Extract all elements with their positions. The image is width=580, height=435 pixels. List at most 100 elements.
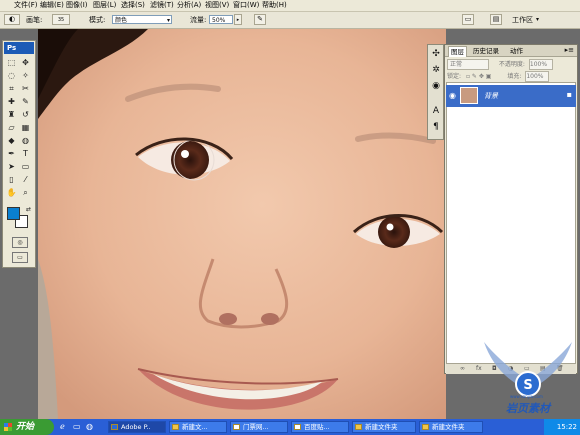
crop-icon[interactable]: ⌗ bbox=[6, 83, 17, 94]
flow-label: 流量: bbox=[190, 16, 207, 24]
menu-help[interactable]: 帮助(H) bbox=[262, 0, 287, 11]
quickmask-icon[interactable]: ◎ bbox=[12, 237, 28, 248]
ie-icon[interactable]: ℯ bbox=[60, 422, 65, 431]
bridge-button[interactable]: ▤ bbox=[490, 14, 502, 25]
menu-bar: 文件(F) 编辑(E) 图像(I) 图层(L) 选择(S) 滤镜(T) 分析(A… bbox=[0, 0, 580, 12]
shape-icon[interactable]: ▭ bbox=[20, 161, 31, 172]
layer-name: 背景 bbox=[484, 92, 498, 100]
task-browser[interactable]: 门票网... bbox=[230, 421, 288, 433]
stamp-icon[interactable]: ♜ bbox=[6, 109, 17, 120]
notes-icon[interactable]: ▯ bbox=[6, 174, 17, 185]
document-canvas[interactable] bbox=[38, 29, 446, 419]
watermark-text: 岩页素材 bbox=[506, 402, 550, 415]
brush-label: 画笔: bbox=[26, 16, 43, 24]
file-browser-button[interactable]: ▭ bbox=[462, 14, 474, 25]
layer-row-background[interactable]: ◉ 背景 ▪ bbox=[446, 85, 576, 107]
menu-edit[interactable]: 编辑(E) bbox=[40, 0, 64, 11]
watermark-logo: S 岩页素材 www.sanyw.com bbox=[480, 340, 576, 418]
mode-value: 颜色 bbox=[115, 17, 128, 24]
zoom-icon[interactable]: ⌕ bbox=[20, 187, 31, 198]
brush-picker[interactable]: 35 bbox=[52, 14, 70, 25]
tab-actions[interactable]: 动作 bbox=[510, 46, 523, 56]
start-button[interactable]: 开始 bbox=[0, 419, 54, 435]
healing-icon[interactable]: ✚ bbox=[6, 96, 17, 107]
eyedropper-icon[interactable]: ⁄ bbox=[20, 174, 31, 185]
menu-view[interactable]: 视图(V) bbox=[205, 0, 229, 11]
windows-logo-icon bbox=[4, 423, 12, 431]
magic-wand-icon[interactable]: ✧ bbox=[20, 70, 31, 81]
lock-icon[interactable]: ▫ ✎ ✥ ▣ bbox=[466, 73, 492, 80]
eraser-icon[interactable]: ▱ bbox=[6, 122, 17, 133]
task-folder[interactable]: 新建文件夹 bbox=[352, 421, 416, 433]
fill-label: 填充: bbox=[507, 73, 522, 80]
folder-icon[interactable]: ▭ bbox=[73, 422, 81, 431]
history-brush-icon[interactable]: ↺ bbox=[20, 109, 31, 120]
task-document[interactable]: 新建文... bbox=[169, 421, 227, 433]
paragraph-icon[interactable]: ¶ bbox=[430, 121, 442, 133]
brush-icon[interactable]: ✎ bbox=[20, 96, 31, 107]
folder-icon bbox=[422, 424, 429, 430]
menu-filter[interactable]: 滤镜(T) bbox=[150, 0, 174, 11]
layers-panel: 图层 历史记录 动作 ▸≡ 正常 不透明度: 100% 锁定: ▫ ✎ ✥ ▣ … bbox=[444, 44, 578, 374]
fill-input[interactable]: 100% bbox=[525, 71, 550, 82]
airbrush-toggle[interactable]: ✎ bbox=[254, 14, 266, 25]
flow-value: 50% bbox=[212, 17, 226, 24]
menu-analysis[interactable]: 分析(A) bbox=[177, 0, 201, 11]
opacity-input[interactable]: 100% bbox=[528, 59, 553, 70]
airbrush-icon: ✎ bbox=[257, 15, 263, 23]
path-select-icon[interactable]: ➤ bbox=[6, 161, 17, 172]
panel-menu-icon[interactable]: ▸≡ bbox=[565, 46, 574, 54]
swap-colors-icon[interactable]: ⇄ bbox=[23, 204, 34, 215]
svg-text:S: S bbox=[523, 378, 532, 393]
start-label: 开始 bbox=[16, 422, 35, 432]
tab-history[interactable]: 历史记录 bbox=[473, 46, 499, 56]
sponge-icon[interactable]: ◍ bbox=[20, 135, 31, 146]
link-layers-icon[interactable]: ∞ bbox=[460, 364, 465, 374]
character-icon[interactable]: A bbox=[430, 105, 442, 117]
gradient-icon[interactable]: ▦ bbox=[20, 122, 31, 133]
move-icon[interactable]: ✥ bbox=[20, 57, 31, 68]
toolbox: Ps ⬚ ✥ ◌ ✧ ⌗ ✂ ✚ ✎ ♜ ↺ ▱ ▦ ◆ ◍ ✒ T ➤ ▭ ▯… bbox=[2, 40, 36, 268]
tool-preset-picker[interactable]: ◐ bbox=[4, 14, 20, 25]
marquee-icon[interactable]: ⬚ bbox=[6, 57, 17, 68]
visibility-eye-icon[interactable]: ◉ bbox=[449, 91, 456, 100]
task-folder-2[interactable]: 新建文件夹 bbox=[419, 421, 483, 433]
task-label: 新建文件夹 bbox=[365, 423, 398, 431]
flow-dropdown[interactable]: ▸ bbox=[234, 14, 242, 25]
task-browser-2[interactable]: 百度贴... bbox=[291, 421, 349, 433]
browser-icon bbox=[233, 424, 240, 430]
screen-mode-icon[interactable]: ▭ bbox=[12, 252, 28, 263]
menu-window[interactable]: 窗口(W) bbox=[233, 0, 259, 11]
lasso-icon[interactable]: ◌ bbox=[6, 70, 17, 81]
foreground-color-swatch[interactable] bbox=[7, 207, 20, 220]
mode-select[interactable]: 颜色 ▾ bbox=[112, 15, 172, 24]
menu-layer[interactable]: 图层(L) bbox=[93, 0, 116, 11]
folder-icon: ▭ bbox=[464, 15, 472, 23]
blend-row: 正常 不透明度: 100% bbox=[447, 59, 575, 70]
slice-icon[interactable]: ✂ bbox=[20, 83, 31, 94]
blend-mode-select[interactable]: 正常 bbox=[447, 59, 489, 70]
task-label: 新建文件夹 bbox=[432, 423, 465, 431]
mode-label: 模式: bbox=[89, 16, 106, 24]
swatches-icon[interactable]: ◉ bbox=[430, 80, 442, 92]
taskbar: 开始 ℯ ▭ ◍ Adobe P.. 新建文... 门票网... 百度贴... … bbox=[0, 419, 580, 435]
brush-size-value: 35 bbox=[57, 17, 65, 23]
menu-file[interactable]: 文件(F) bbox=[14, 0, 38, 11]
menu-select[interactable]: 选择(S) bbox=[121, 0, 145, 11]
flow-input[interactable]: 50% bbox=[209, 15, 233, 24]
task-photoshop[interactable]: Adobe P.. bbox=[108, 421, 166, 433]
tab-layers[interactable]: 图层 bbox=[448, 46, 467, 57]
workspace-label[interactable]: 工作区 bbox=[512, 15, 533, 25]
type-icon[interactable]: T bbox=[20, 148, 31, 159]
menu-image[interactable]: 图像(I) bbox=[66, 0, 88, 11]
pen-icon[interactable]: ✒ bbox=[6, 148, 17, 159]
hand-icon[interactable]: ✋ bbox=[6, 187, 17, 198]
blur-icon[interactable]: ◆ bbox=[6, 135, 17, 146]
info-icon[interactable]: ✲ bbox=[430, 64, 442, 76]
photo-image bbox=[38, 29, 446, 419]
navigator-icon[interactable]: ✣ bbox=[430, 48, 442, 60]
task-label: 门票网... bbox=[243, 423, 269, 431]
browser-icon[interactable]: ◍ bbox=[86, 422, 93, 431]
options-bar: ◐ 画笔: 35 模式: 颜色 ▾ 流量: 50% ▸ ✎ ▭ ▤ 工作区 ▾ bbox=[0, 12, 580, 29]
browser-icon bbox=[294, 424, 301, 430]
